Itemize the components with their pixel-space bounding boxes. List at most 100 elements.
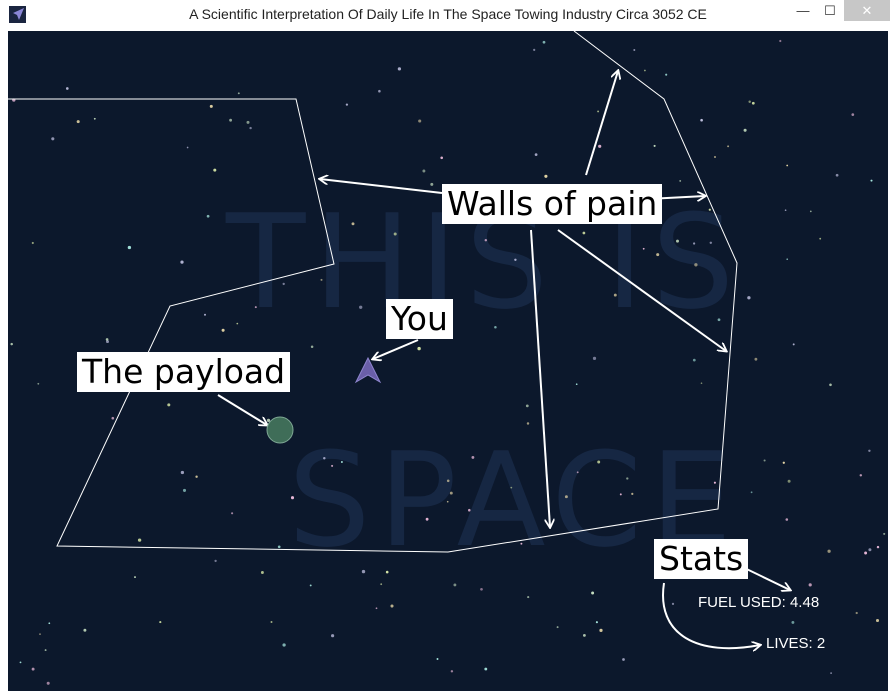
star [830,672,832,674]
star [231,512,234,515]
star [449,491,453,495]
star [656,253,660,257]
window-title: A Scientific Interpretation Of Daily Lif… [189,6,707,22]
star [784,209,787,212]
star [76,120,80,124]
star [864,551,868,555]
star [19,661,22,664]
star [526,422,530,425]
star [597,460,601,464]
star [644,69,646,72]
star [835,173,839,177]
star [642,247,645,250]
star [855,611,858,615]
star [582,633,586,637]
star [808,583,812,587]
star [277,545,281,549]
star [221,328,225,332]
star [671,602,675,606]
star [542,40,546,44]
star [622,658,625,661]
star [340,461,343,463]
star [422,169,426,173]
star [631,492,634,496]
star [236,322,239,325]
star [254,306,257,309]
star [48,622,51,625]
star [591,591,595,595]
star [544,174,548,178]
fuel-used-readout: FUEL USED: 4.48 [698,594,820,611]
star [717,318,721,322]
star [105,338,109,341]
star [10,342,13,346]
star [868,449,871,453]
star [597,110,600,113]
star [246,120,250,124]
star [653,144,656,147]
close-button[interactable]: ✕ [844,0,890,21]
star [425,517,429,521]
star [484,238,488,242]
payload-label: The payload [77,352,291,392]
star [595,621,598,624]
star [754,357,758,361]
star [665,73,668,76]
star [876,545,880,549]
star [851,113,855,116]
arrow-you [373,339,419,359]
star [534,153,538,156]
star [93,117,96,120]
walls-of-pain-label: Walls of pain [442,184,663,224]
star [827,549,831,553]
star [417,346,421,351]
star [791,620,795,624]
star [692,242,696,245]
maximize-button[interactable]: ☐ [816,0,844,21]
star [361,569,366,574]
star [446,500,449,503]
minimize-button[interactable]: — [790,0,816,21]
star [31,667,35,671]
star [213,168,217,172]
game-canvas[interactable]: THIS IS SPACE Walls of pain You The payl… [8,31,888,691]
star [195,475,198,478]
star [375,607,378,610]
star [204,313,206,316]
star [46,681,50,685]
star [708,208,711,211]
star [282,282,285,286]
star [111,416,115,420]
star [868,548,872,552]
star [450,670,454,673]
arrow-walls-down [530,229,550,527]
star [592,356,597,361]
star [51,137,55,141]
star [397,67,402,71]
title-bar: A Scientific Interpretation Of Daily Lif… [0,0,896,31]
star [875,618,880,623]
star [626,477,629,480]
star [390,604,394,608]
star [786,164,789,167]
star [206,214,210,218]
star [180,470,185,475]
payload [266,416,294,444]
star [359,305,363,309]
arrow-walls-left [320,179,443,194]
star [345,103,349,106]
arrow-stats-lives [662,582,760,648]
star [237,92,240,95]
star [468,508,471,512]
star [809,210,812,213]
star [763,459,766,462]
star [282,643,286,647]
star [613,293,617,297]
star [209,104,213,108]
star [520,542,523,545]
star [582,231,586,235]
star [829,383,832,387]
star [180,260,184,264]
star [182,488,187,492]
star [679,179,682,182]
